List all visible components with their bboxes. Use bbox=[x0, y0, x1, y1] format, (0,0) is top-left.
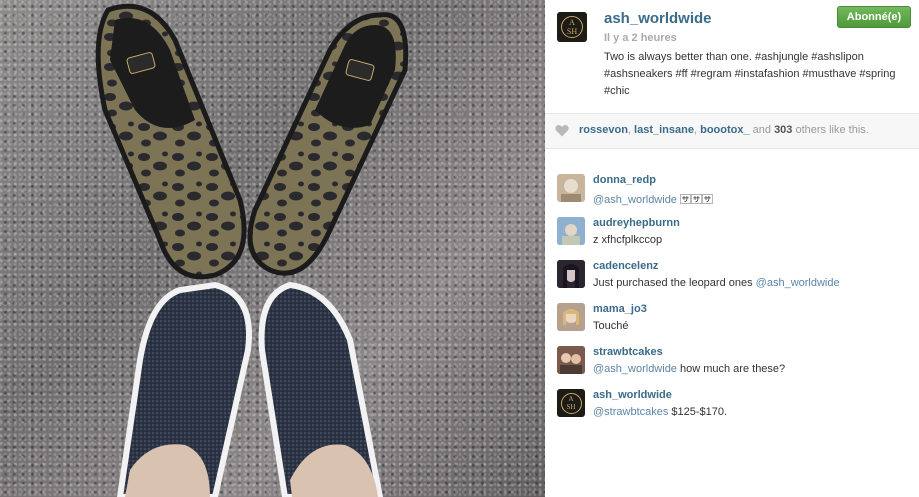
comment-body: $125-$170. bbox=[668, 406, 728, 418]
owner-username[interactable]: ash_worldwide bbox=[604, 10, 712, 27]
comment-mention[interactable]: @ash_worldwide bbox=[756, 277, 840, 289]
logo-letter-top: A bbox=[569, 18, 575, 27]
comment-text: @ash_worldwide 🈂🈂🈂 bbox=[593, 191, 713, 207]
avatar-image bbox=[557, 346, 585, 374]
likes-suffix: others like this. bbox=[792, 124, 869, 136]
comment-item: cadencelenz Just purchased the leopard o… bbox=[545, 260, 919, 304]
comment-mention[interactable]: @ash_worldwide bbox=[593, 194, 677, 206]
comment-username[interactable]: donna_redp bbox=[593, 174, 656, 186]
follow-button[interactable]: Abonné(e) bbox=[837, 6, 911, 28]
comment-body: Just purchased the leopard ones bbox=[593, 277, 756, 289]
comment-mention[interactable]: @strawbtcakes bbox=[593, 406, 668, 418]
logo-letter-bottom: SH bbox=[566, 27, 578, 36]
owner-avatar[interactable]: A SH bbox=[557, 12, 587, 42]
comment-body: how much are these? bbox=[676, 363, 786, 375]
comment-item: mama_jo3 Touché bbox=[545, 303, 919, 347]
comment-username[interactable]: cadencelenz bbox=[593, 260, 658, 272]
shoes-illustration bbox=[95, 3, 409, 497]
brand-logo-icon: A SH bbox=[561, 16, 583, 38]
post-header: A SH ash_worldwide Il y a 2 heures Two i… bbox=[545, 0, 919, 113]
comments-scrollbar[interactable] bbox=[912, 148, 919, 497]
commenter-avatar[interactable] bbox=[557, 217, 585, 245]
comment-text: Just purchased the leopard ones @ash_wor… bbox=[593, 277, 840, 289]
comment-item: audreyhepburnn z xfhcfplkccop bbox=[545, 217, 919, 261]
comment-text: z xfhcfplkccop bbox=[593, 234, 663, 246]
comment-text: @strawbtcakes $125-$170. bbox=[593, 406, 727, 418]
comment-item: donna_redp @ash_worldwide 🈂🈂🈂 bbox=[545, 174, 919, 218]
comment-body: 🈂🈂🈂 bbox=[676, 194, 713, 206]
commenter-avatar[interactable] bbox=[557, 174, 585, 202]
post-caption: Two is always better than one. #ashjungl… bbox=[604, 51, 896, 97]
heart-icon[interactable] bbox=[555, 124, 569, 137]
avatar-image bbox=[557, 303, 585, 331]
commenter-avatar[interactable]: A SH bbox=[557, 389, 585, 417]
comment-item: A SH ash_worldwide @strawbtcakes $125-$1… bbox=[545, 389, 919, 433]
avatar-image bbox=[557, 260, 585, 288]
likes-count[interactable]: 303 bbox=[774, 124, 792, 136]
logo-letter-bottom: SH bbox=[566, 403, 576, 411]
commenter-avatar[interactable] bbox=[557, 346, 585, 374]
comment-mention[interactable]: @ash_worldwide bbox=[593, 363, 677, 375]
comment-username[interactable]: ash_worldwide bbox=[593, 389, 672, 401]
comment-username[interactable]: strawbtcakes bbox=[593, 346, 663, 358]
avatar-image bbox=[561, 179, 581, 202]
post-timestamp: Il y a 2 heures bbox=[604, 32, 677, 44]
liker-link[interactable]: rossevon bbox=[579, 124, 628, 136]
commenter-avatar[interactable] bbox=[557, 260, 585, 288]
post-details-panel: A SH ash_worldwide Il y a 2 heures Two i… bbox=[545, 0, 919, 497]
comment-text: Touché bbox=[593, 320, 629, 332]
liker-link[interactable]: boootox_ bbox=[700, 124, 750, 136]
liker-link[interactable]: last_insane bbox=[634, 124, 694, 136]
comment-text: @ash_worldwide how much are these? bbox=[593, 363, 785, 375]
likes-summary: rossevon, last_insane, boootox_ and 303 … bbox=[579, 124, 869, 136]
comments-list: donna_redp @ash_worldwide 🈂🈂🈂 audreyhepb… bbox=[545, 148, 919, 497]
comment-item: strawbtcakes @ash_worldwide how much are… bbox=[545, 346, 919, 390]
commenter-avatar[interactable] bbox=[557, 303, 585, 331]
avatar-image bbox=[557, 217, 585, 245]
likes-bar: rossevon, last_insane, boootox_ and 303 … bbox=[545, 114, 919, 148]
post-photo[interactable] bbox=[0, 0, 545, 497]
likes-and: and bbox=[749, 124, 775, 136]
comment-username[interactable]: audreyhepburnn bbox=[593, 217, 680, 229]
brand-logo-icon: A SH bbox=[560, 392, 582, 414]
logo-letter-top: A bbox=[568, 395, 574, 403]
comment-username[interactable]: mama_jo3 bbox=[593, 303, 647, 315]
